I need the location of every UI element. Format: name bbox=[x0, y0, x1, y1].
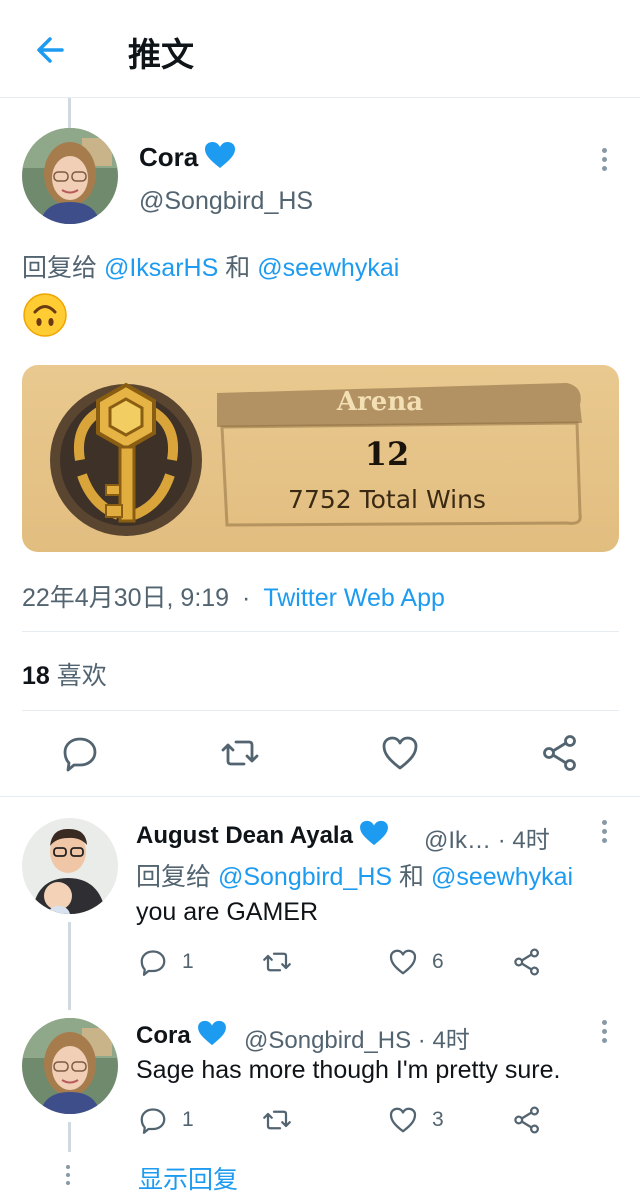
reply-prefix: 回复给 bbox=[22, 254, 98, 282]
retweet-button[interactable] bbox=[262, 947, 292, 977]
source-link[interactable]: Twitter Web App bbox=[263, 584, 445, 612]
share-button[interactable] bbox=[512, 1105, 542, 1135]
likes-label: 喜欢 bbox=[56, 662, 107, 690]
reply-joiner: 和 bbox=[225, 254, 251, 282]
share-button[interactable] bbox=[512, 947, 542, 977]
divider bbox=[0, 796, 640, 797]
thread-line bbox=[68, 98, 71, 128]
timestamp-text: 22年4月30日, 9:19 bbox=[22, 584, 230, 612]
reply-meta: @Songbird_HS · 4时 bbox=[244, 1027, 470, 1054]
retweet-icon bbox=[263, 1110, 291, 1130]
reply-icon[interactable] bbox=[60, 733, 100, 773]
like-count: 6 bbox=[432, 950, 444, 973]
likes-stat[interactable]: 18 喜欢 bbox=[22, 656, 107, 692]
mention-link[interactable]: @seewhykai bbox=[431, 863, 573, 891]
more-icon[interactable] bbox=[600, 1020, 608, 1047]
top-bar: 推文 bbox=[0, 0, 640, 98]
reply-text: you are GAMER bbox=[136, 898, 319, 926]
like-count: 3 bbox=[432, 1108, 444, 1131]
like-icon bbox=[389, 1107, 417, 1133]
page-title: 推文 bbox=[128, 35, 194, 74]
reply-author-name[interactable]: August Dean Ayala bbox=[136, 820, 389, 850]
retweet-icon bbox=[263, 952, 291, 972]
thread-line bbox=[68, 922, 71, 1010]
reply-context: 回复给 @Songbird_HS 和 @seewhykai bbox=[136, 857, 573, 893]
author-name[interactable]: Cora bbox=[139, 141, 236, 173]
reply-count: 1 bbox=[182, 950, 194, 973]
blue-heart-icon bbox=[205, 142, 236, 168]
reply-count: 1 bbox=[182, 1108, 194, 1131]
share-icon bbox=[514, 948, 539, 976]
retweet-icon[interactable] bbox=[220, 733, 260, 773]
mention-link[interactable]: @IksarHS bbox=[104, 254, 218, 282]
tweet-timestamp: 22年4月30日, 9:19 · Twitter Web App bbox=[22, 578, 445, 614]
blue-heart-icon bbox=[197, 1020, 226, 1046]
author-name-text: Cora bbox=[139, 142, 199, 172]
author-handle[interactable]: @Songbird_HS bbox=[139, 187, 313, 216]
like-icon bbox=[389, 949, 417, 975]
reply-meta: @Ik… · 4时 bbox=[424, 827, 550, 854]
thread-dots-icon bbox=[64, 1165, 72, 1189]
divider bbox=[22, 710, 619, 711]
more-icon[interactable] bbox=[600, 148, 608, 175]
reply-button[interactable]: 1 bbox=[138, 947, 194, 977]
more-icon[interactable] bbox=[600, 820, 608, 847]
share-icon bbox=[514, 1106, 539, 1134]
retweet-button[interactable] bbox=[262, 1105, 292, 1135]
reply-icon bbox=[140, 1108, 166, 1134]
reply-joiner: 和 bbox=[399, 863, 425, 891]
blue-heart-icon bbox=[360, 820, 388, 846]
avatar[interactable] bbox=[22, 128, 118, 224]
reply-author-name-text: August Dean Ayala bbox=[136, 822, 353, 849]
reply-icon bbox=[140, 950, 166, 976]
arena-card-image[interactable]: Arena 12 7752 Total Wins bbox=[22, 365, 619, 552]
reply-author-name-text: Cora bbox=[136, 1022, 191, 1049]
upside-down-face-icon bbox=[23, 293, 67, 337]
card-label: Arena bbox=[336, 387, 424, 417]
like-button[interactable]: 3 bbox=[388, 1105, 444, 1135]
reply-context: 回复给 @IksarHS 和 @seewhykai bbox=[22, 248, 399, 284]
divider bbox=[22, 631, 619, 632]
separator-dot: · bbox=[242, 584, 251, 612]
card-wins: 7752 Total Wins bbox=[288, 485, 486, 514]
likes-count: 18 bbox=[22, 662, 50, 690]
card-number: 12 bbox=[364, 435, 410, 473]
share-icon[interactable] bbox=[540, 733, 580, 773]
reply-text: Sage has more though I'm pretty sure. bbox=[136, 1056, 561, 1084]
like-icon[interactable] bbox=[380, 733, 420, 773]
show-replies-link[interactable]: 显示回复 bbox=[138, 1160, 238, 1196]
avatar[interactable] bbox=[22, 1018, 118, 1114]
back-arrow-icon[interactable] bbox=[30, 30, 70, 70]
avatar[interactable] bbox=[22, 818, 118, 914]
mention-link[interactable]: @Songbird_HS bbox=[218, 863, 392, 891]
reply-button[interactable]: 1 bbox=[138, 1105, 194, 1135]
reply-prefix: 回复给 bbox=[136, 863, 212, 891]
mention-link[interactable]: @seewhykai bbox=[257, 254, 399, 282]
like-button[interactable]: 6 bbox=[388, 947, 444, 977]
reply-author-name[interactable]: Cora bbox=[136, 1020, 227, 1050]
thread-line bbox=[68, 1122, 71, 1152]
